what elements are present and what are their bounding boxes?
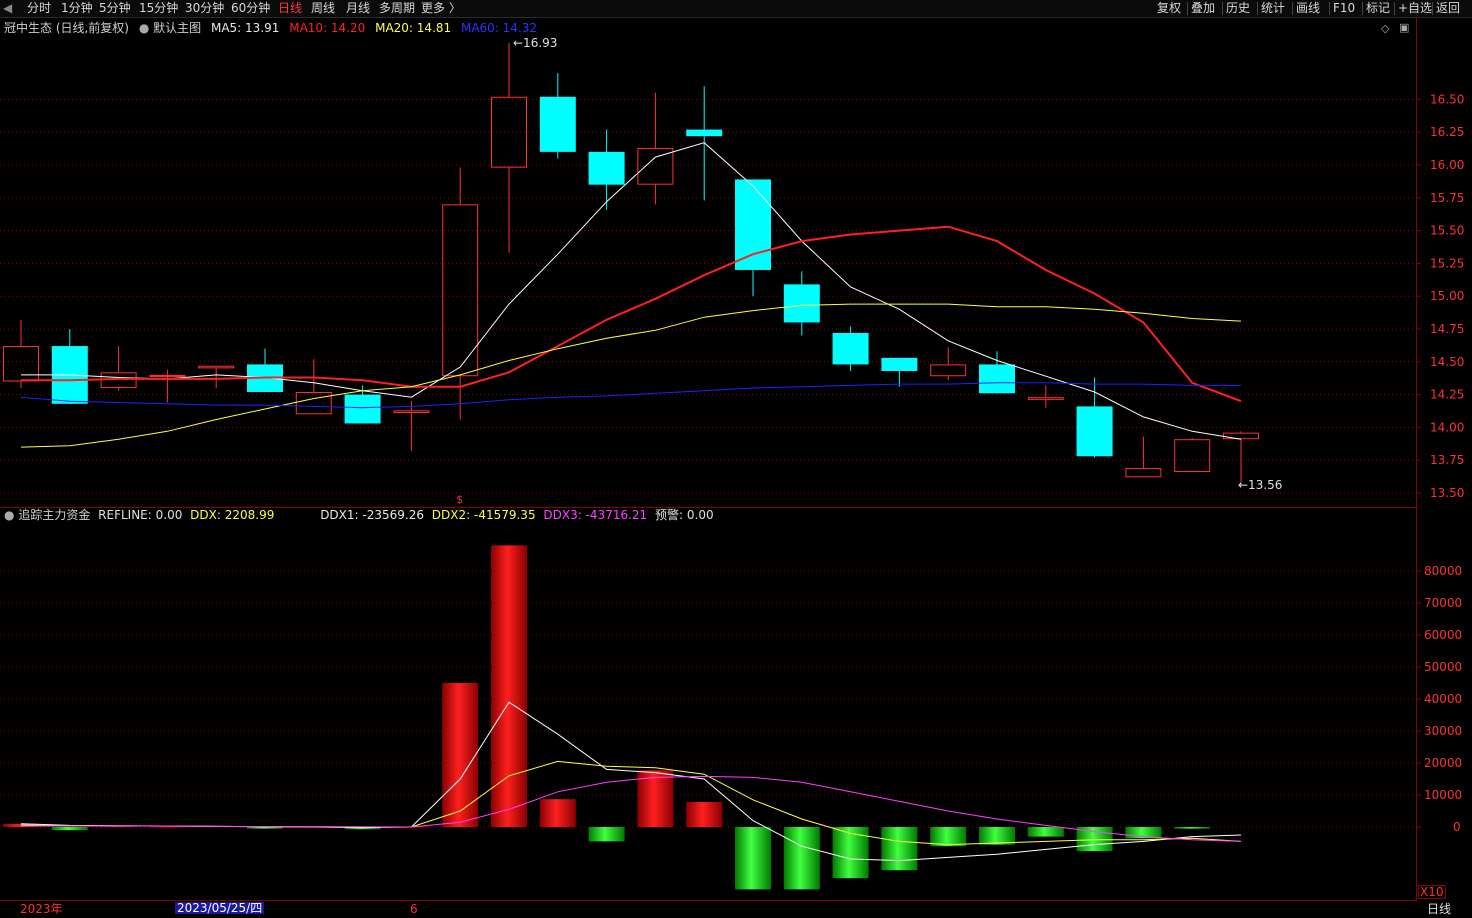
candle-body [588,151,625,185]
ma-line-ma60 [20,382,1241,409]
indicator-tick-label: 20000 [1424,756,1462,770]
candle-body [198,365,235,369]
candle-body [393,410,430,413]
price-tick-label: 15.75 [1430,191,1464,205]
price-tick-label: 13.75 [1430,453,1464,467]
candle-body [1125,468,1162,478]
ddx-bar [783,827,820,890]
ddx-bar [979,827,1015,845]
indicator-tick-label: 60000 [1424,628,1462,642]
price-tick-label: 13.50 [1430,486,1464,500]
ddx-bar [686,802,723,827]
indicator-tick-label: 0 [1453,820,1461,834]
indicator-tick-label: 50000 [1424,660,1462,674]
ddx-bar [442,683,479,827]
candle-body [686,129,723,137]
ddx-bar [51,827,88,831]
ddx-bar [588,827,625,842]
candle-body [832,332,869,365]
high-price-annotation: ←16.93 [513,36,557,50]
ddx-bar [881,827,918,871]
price-tick-label: 16.00 [1430,158,1464,172]
candle-body [881,357,918,371]
ma-line-ma10 [21,225,1242,403]
candle-body [1223,432,1259,440]
candle-body [149,374,186,377]
candle-body [295,391,332,415]
candle-body [1027,397,1064,400]
ddx-line-ddx1 [20,701,1242,862]
candle-body [783,284,820,323]
candle-body [344,394,381,424]
indicator-tick-label: 30000 [1424,724,1462,738]
ddx-bar [832,827,869,879]
ddx-bar [1174,827,1211,829]
ddx-bar [539,799,576,827]
price-tick-label: 15.25 [1430,256,1464,270]
price-chart[interactable]: 13.50 13.75 14.00 14.25 14.50 14.75 15.00 15.25… [0,0,1472,918]
indicator-tick-label: 80000 [1424,564,1462,578]
price-tick-label: 14.50 [1430,355,1464,369]
candle-body [1076,406,1113,457]
candle-body [539,96,576,152]
indicator-tick-label: 70000 [1424,596,1462,610]
candle-body [979,364,1015,394]
price-tick-label: 16.50 [1430,92,1464,106]
price-tick-label: 15.50 [1430,224,1464,238]
candle-body [930,364,967,377]
price-tick-label: 14.25 [1430,388,1464,402]
candle-body [735,179,771,270]
indicator-tick-label: 40000 [1424,692,1462,706]
price-tick-label: 15.00 [1430,289,1464,303]
event-marker: $ [456,493,463,506]
low-price-annotation: ←13.56 [1238,478,1282,492]
candle-body [3,346,39,382]
indicator-tick-label: 10000 [1424,788,1462,802]
price-tick-label: 14.75 [1430,322,1464,336]
price-tick-label: 14.00 [1430,420,1464,434]
ddx-bar [1027,827,1064,837]
ddx-bar [735,827,771,890]
price-tick-label: 16.25 [1430,125,1464,139]
candle-body [1174,439,1211,473]
